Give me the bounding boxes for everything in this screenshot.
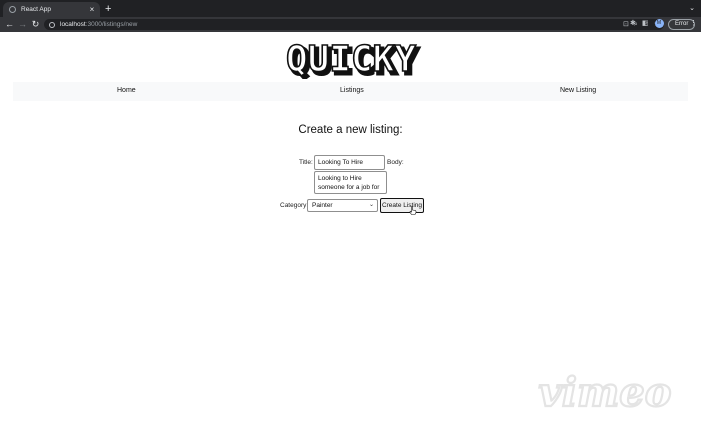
side-panel-icon[interactable]: ◧ [642,19,649,28]
nav-link-home[interactable]: Home [117,87,136,94]
extension-area: ✱ ◧ M [630,19,664,28]
browser-tab[interactable]: React App × [3,2,100,17]
category-label: Category: [280,202,309,209]
nav-link-new-listing[interactable]: New Listing [560,87,596,94]
browser-tab-strip: React App × + ⌄ [0,0,701,17]
body-textarea[interactable]: Looking to Hire someone for a job for to… [314,171,387,194]
install-app-icon[interactable]: ⊡ [623,20,629,29]
reload-button[interactable]: ↻ [29,20,42,29]
close-icon[interactable]: × [87,5,97,14]
create-listing-button[interactable]: Create Listing [380,198,424,213]
page-title: Create a new listing: [298,124,403,136]
url-host: localhost [60,21,86,28]
browser-menu-icon[interactable]: ⋮ [690,19,697,27]
tab-search-button[interactable]: ⌄ [689,4,695,12]
chevron-down-icon: ⌄ [368,202,374,208]
new-tab-button[interactable]: + [105,3,111,15]
category-selected-value: Painter [312,202,333,209]
globe-icon [9,6,16,13]
quicky-logo: QUICKY QUICKY [285,41,421,79]
extensions-puzzle-icon[interactable]: ✱ [630,19,636,28]
forward-button[interactable]: → [16,20,29,29]
title-label: Title: [299,159,313,166]
nav-link-listings[interactable]: Listings [340,87,364,94]
body-label: Body: [387,159,404,166]
vimeo-watermark: vimeo [537,368,672,417]
tab-title: React App [21,6,51,13]
profile-avatar[interactable]: M [654,19,664,28]
title-input[interactable] [314,155,385,170]
browser-toolbar: ← → ↻ localhost :3000/listings/new ⊡ ⌕ ⇪… [0,17,701,32]
category-select[interactable]: Painter ⌄ [307,199,378,212]
main-navbar: Home Listings New Listing [13,82,688,101]
hand-pointer-icon [409,206,417,215]
url-path: :3000/listings/new [85,21,138,28]
address-bar[interactable]: localhost :3000/listings/new ⊡ ⌕ ⇪ ☆ [44,19,664,30]
site-info-icon[interactable] [49,21,55,28]
back-button[interactable]: ← [3,20,16,29]
watermark-text: vimeo [539,369,672,416]
logo-text: QUICKY [286,41,416,79]
